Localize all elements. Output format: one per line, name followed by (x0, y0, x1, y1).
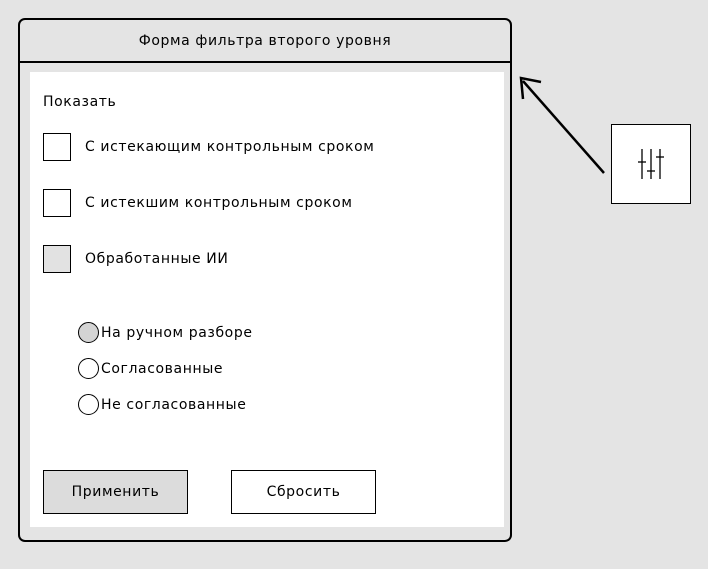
radio-manual-review-label: На ручном разборе (101, 324, 253, 341)
radio-not-approved-label: Не согласованные (101, 396, 247, 413)
filter-button[interactable] (611, 124, 691, 204)
reset-button[interactable]: Сбросить (231, 470, 376, 514)
radio-not-approved[interactable] (78, 394, 99, 415)
dialog-content: Показать С истекающим контрольным сроком… (30, 72, 504, 527)
checkbox-expired[interactable] (43, 189, 71, 217)
radio-row-not-approved[interactable]: Не согласованные (78, 394, 246, 415)
radio-approved-label: Согласованные (101, 360, 224, 377)
checkbox-ai-processed-label: Обработанные ИИ (85, 251, 229, 267)
checkbox-expiring-label: С истекающим контрольным сроком (85, 139, 375, 155)
dialog-title: Форма фильтра второго уровня (138, 32, 392, 49)
checkbox-expiring[interactable] (43, 133, 71, 161)
checkbox-row-expiring[interactable]: С истекающим контрольным сроком (43, 133, 374, 161)
checkbox-ai-processed[interactable] (43, 245, 71, 273)
radio-approved[interactable] (78, 358, 99, 379)
apply-button[interactable]: Применить (43, 470, 188, 514)
radio-manual-review[interactable] (78, 322, 99, 343)
section-label: Показать (43, 94, 117, 110)
radio-row-approved[interactable]: Согласованные (78, 358, 223, 379)
dialog-header: Форма фильтра второго уровня (20, 20, 510, 63)
filter-dialog: Форма фильтра второго уровня Показать С … (18, 18, 512, 542)
checkbox-row-ai-processed[interactable]: Обработанные ИИ (43, 245, 228, 273)
checkbox-expired-label: С истекшим контрольным сроком (85, 195, 353, 211)
arrow-icon (519, 76, 605, 174)
checkbox-row-expired[interactable]: С истекшим контрольным сроком (43, 189, 353, 217)
sliders-icon (638, 149, 664, 179)
radio-row-manual-review[interactable]: На ручном разборе (78, 322, 253, 343)
